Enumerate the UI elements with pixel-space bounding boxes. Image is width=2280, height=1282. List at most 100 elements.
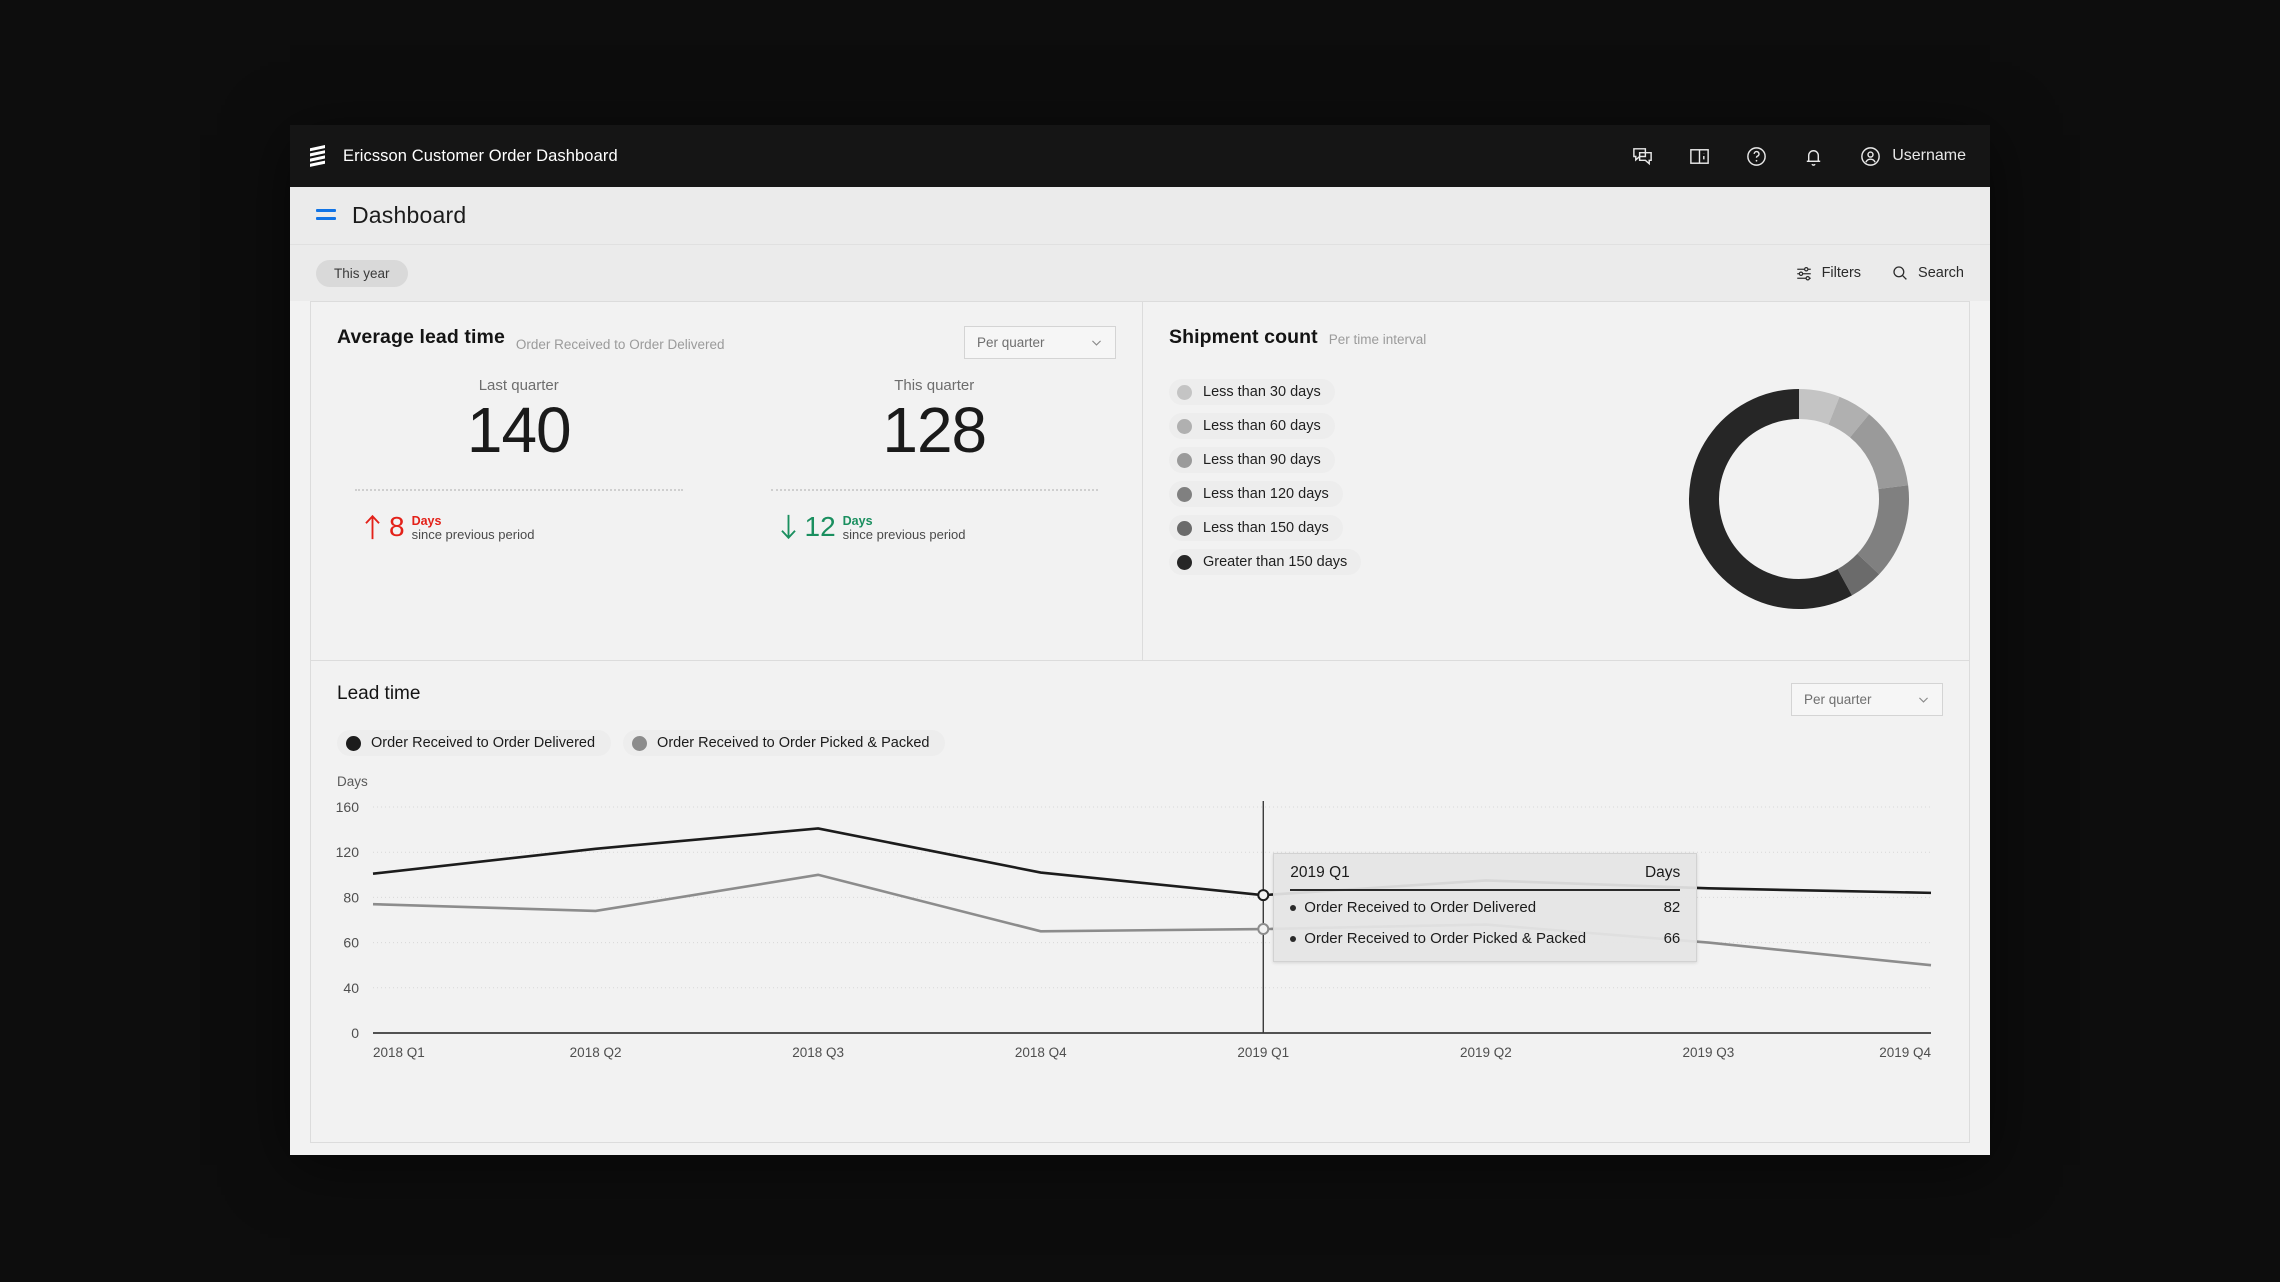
donut-legend-item[interactable]: Less than 150 days	[1169, 515, 1343, 541]
kpi-delta: 8 Days since previous period	[355, 513, 683, 543]
donut-legend-label: Less than 60 days	[1203, 418, 1321, 434]
series-color-dot-icon	[632, 735, 648, 751]
username-label: Username	[1892, 147, 1966, 164]
data-point-marker[interactable]	[1257, 923, 1270, 936]
x-axis-tick-label: 2019 Q4	[1879, 1045, 1931, 1060]
kpi-delta-value: 12	[804, 511, 836, 543]
x-axis-tick-label: 2019 Q3	[1683, 1045, 1735, 1060]
sliders-icon	[1796, 267, 1811, 281]
donut-legend-item[interactable]: Less than 60 days	[1169, 413, 1335, 439]
lead-time-period-value: Per quarter	[977, 335, 1045, 350]
average-lead-time-header: Average lead time Order Received to Orde…	[311, 302, 1142, 359]
lead-time-period-select[interactable]: Per quarter	[964, 326, 1116, 359]
line-chart-plot: 160 120 80 60 40 0 2018 Q1 2018 Q2 2018 Q3 2018 Q…	[311, 793, 1969, 1083]
y-axis-tick-label: 0	[351, 1025, 359, 1041]
brand: Ericsson Customer Order Dashboard	[310, 145, 618, 167]
legend-color-dot-icon	[1177, 384, 1192, 400]
donut-segment[interactable]	[1849, 414, 1909, 490]
hamburger-icon[interactable]	[316, 208, 336, 223]
help-icon[interactable]	[1745, 145, 1768, 168]
chevron-down-icon	[1092, 340, 1101, 346]
donut-chart	[1673, 371, 1943, 630]
donut-segment[interactable]	[1837, 553, 1880, 596]
donut-segment[interactable]	[1856, 485, 1909, 575]
kpi-row: Last quarter 140 8 Days since previous p…	[311, 359, 1142, 543]
shipment-count-title: Shipment count	[1169, 326, 1318, 348]
user-menu[interactable]: Username	[1859, 145, 1966, 168]
chat-icon[interactable]	[1631, 145, 1654, 168]
donut-svg	[1689, 389, 1909, 609]
filters-label: Filters	[1821, 265, 1862, 281]
y-axis-tick-label: 160	[336, 799, 360, 815]
line-chart-svg: 160 120 80 60 40 0 2018 Q1 2018 Q2 2018 Q3 2018 Q…	[336, 799, 1932, 1060]
kpi-delta-value: 8	[389, 511, 405, 543]
search-label: Search	[1918, 265, 1964, 281]
x-axis-tick-label: 2019 Q2	[1460, 1045, 1512, 1060]
series-legend-label: Order Received to Order Picked & Packed	[657, 735, 930, 751]
line-series[interactable]	[372, 827, 1932, 897]
legend-color-dot-icon	[1177, 452, 1192, 468]
brand-title: Ericsson Customer Order Dashboard	[343, 146, 618, 165]
shipment-count-header: Shipment count Per time interval	[1143, 302, 1969, 349]
kpi-delta-text: Days since previous period	[843, 513, 966, 543]
donut-legend-label: Less than 30 days	[1203, 384, 1321, 400]
kpi-delta-note: since previous period	[842, 527, 966, 543]
donut-segment[interactable]	[1798, 389, 1840, 425]
donut-legend: Less than 30 days Less than 60 days Less t…	[1169, 371, 1362, 630]
donut-segment[interactable]	[1827, 396, 1870, 438]
filters-button[interactable]: Filters	[1795, 264, 1861, 282]
kpi-this-quarter: This quarter 128 12 Days since previous …	[727, 377, 1143, 543]
book-icon[interactable]	[1688, 145, 1711, 168]
kpi-value: 140	[466, 394, 572, 466]
ericsson-logo-icon	[310, 145, 325, 167]
donut-legend-item[interactable]: Less than 120 days	[1169, 481, 1343, 507]
lead-time-chart-title: Lead time	[337, 683, 421, 704]
x-axis-tick-label: 2018 Q1	[373, 1045, 425, 1060]
tooltip-series-name: Order Received to Order Delivered	[1304, 899, 1537, 917]
avatar-icon	[1861, 146, 1881, 166]
app-window: Ericsson Customer Order Dashboard Userna…	[290, 125, 1990, 1155]
donut-legend-label: Less than 120 days	[1203, 486, 1329, 502]
search-button[interactable]: Search	[1891, 264, 1964, 282]
y-axis-tick-label: 40	[343, 980, 359, 996]
kpi-divider	[770, 489, 1098, 492]
donut-legend-item[interactable]: Less than 30 days	[1169, 379, 1335, 405]
tooltip-row: Order Received to Order Picked & Packed …	[1290, 922, 1680, 953]
donut-legend-item[interactable]: Greater than 150 days	[1169, 549, 1362, 575]
tooltip-bullet-icon	[1290, 904, 1297, 911]
chevron-down-icon	[1919, 697, 1928, 703]
x-axis-tick-label: 2018 Q3	[792, 1045, 844, 1060]
kpi-last-quarter: Last quarter 140 8 Days since previous p…	[311, 377, 727, 543]
series-legend-item[interactable]: Order Received to Order Delivered	[337, 730, 612, 756]
shipment-count-card: Shipment count Per time interval Less th…	[1142, 301, 1970, 661]
kpi-delta-note: since previous period	[411, 527, 535, 543]
chart-period-select[interactable]: Per quarter	[1791, 683, 1943, 716]
top-bar: Ericsson Customer Order Dashboard Userna…	[290, 125, 1990, 187]
average-lead-time-title: Average lead time	[337, 326, 505, 348]
donut-segment[interactable]	[1689, 389, 1852, 609]
time-range-chip[interactable]: This year	[316, 259, 408, 287]
legend-color-dot-icon	[1177, 520, 1192, 536]
tooltip-unit-header: Days	[1644, 864, 1681, 882]
x-axis-tick-label: 2018 Q4	[1015, 1045, 1067, 1060]
donut-legend-label: Greater than 150 days	[1203, 554, 1348, 570]
data-point-marker[interactable]	[1257, 889, 1270, 902]
series-legend: Order Received to Order Delivered Order R…	[311, 716, 1969, 756]
kpi-delta: 12 Days since previous period	[771, 513, 1099, 543]
legend-color-dot-icon	[1177, 418, 1192, 434]
series-legend-item[interactable]: Order Received to Order Picked & Packed	[623, 730, 946, 756]
x-axis-tick-label: 2018 Q2	[570, 1045, 622, 1060]
kpi-label: Last quarter	[478, 377, 559, 394]
tooltip-row: Order Received to Order Delivered 82	[1290, 891, 1680, 922]
shipment-count-subtitle: Per time interval	[1328, 332, 1427, 347]
tooltip-series-value: 82	[1663, 899, 1681, 917]
average-lead-time-subtitle: Order Received to Order Delivered	[515, 337, 725, 352]
series-legend-label: Order Received to Order Delivered	[371, 735, 596, 751]
kpi-value: 128	[882, 394, 987, 466]
donut-legend-item[interactable]: Less than 90 days	[1169, 447, 1335, 473]
legend-color-dot-icon	[1177, 554, 1192, 570]
tooltip-series-name: Order Received to Order Picked & Packed	[1304, 930, 1587, 948]
tooltip-series-value: 66	[1663, 930, 1681, 948]
arrow-up-icon	[365, 515, 380, 540]
bell-icon[interactable]	[1802, 145, 1825, 168]
